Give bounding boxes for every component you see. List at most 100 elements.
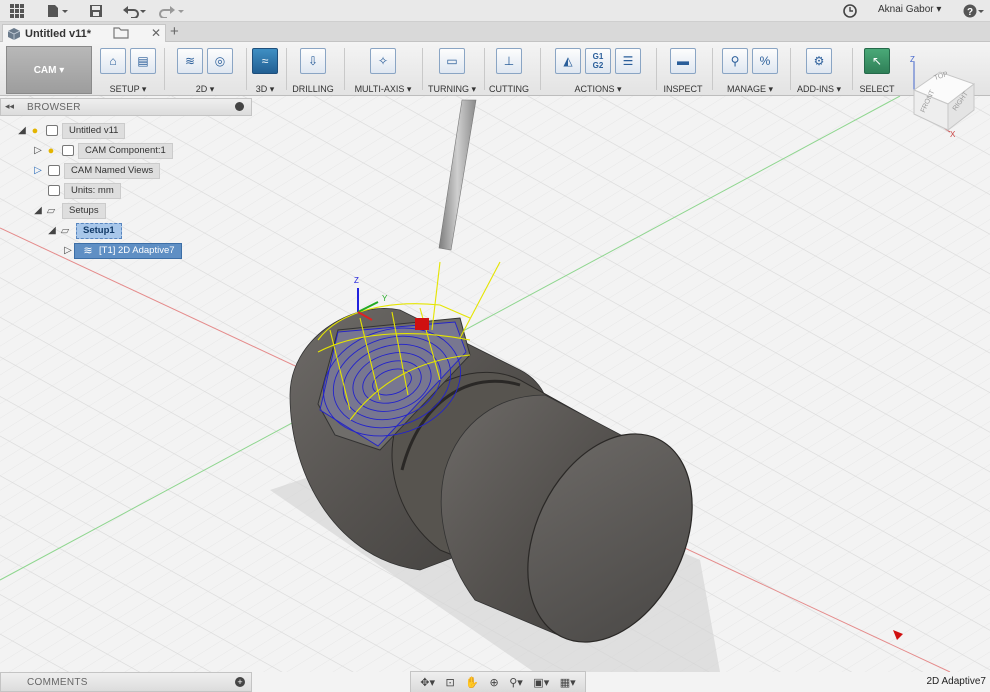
document-tab-bar: Untitled v11* ✕ + bbox=[0, 22, 990, 42]
tree-node-named-views[interactable]: ▷ CAM Named Views bbox=[32, 162, 161, 179]
browser-title: BROWSER bbox=[27, 102, 81, 113]
expand-triangle-icon[interactable]: ◢ bbox=[32, 205, 44, 216]
zoom-icon[interactable]: ⚲▾ bbox=[509, 676, 523, 689]
tree-node-operation[interactable]: ▷ ≋ [T1] 2D Adaptive7 bbox=[62, 242, 182, 259]
orbit-icon[interactable]: ✥▾ bbox=[420, 676, 435, 689]
document-settings-icon bbox=[48, 185, 60, 196]
visibility-bulb-icon[interactable]: ● bbox=[44, 144, 58, 158]
expand-triangle-icon[interactable]: ▷ bbox=[32, 165, 44, 176]
user-account-menu[interactable]: Aknai Gabor ▾ bbox=[878, 4, 941, 15]
ribbon-group-cutting[interactable]: ⊥ CUTTING bbox=[486, 44, 532, 94]
triad-y-label: Y bbox=[382, 294, 388, 303]
triad-z-label: Z bbox=[354, 276, 359, 285]
multi-axis-icon[interactable]: ✧ bbox=[370, 48, 396, 74]
setup-folder-icon[interactable]: ▤ bbox=[130, 48, 156, 74]
select-cursor-icon[interactable]: ↖ bbox=[864, 48, 890, 74]
tab-close-icon[interactable]: ✕ bbox=[151, 26, 161, 40]
ribbon-group-multi-axis[interactable]: ✧ MULTI-AXIS ▾ bbox=[348, 44, 418, 94]
viewport-scene bbox=[0, 96, 990, 672]
setup-icon: ▱ bbox=[60, 225, 70, 237]
browser-panel-header[interactable]: ◂◂ BROWSER bbox=[0, 98, 252, 116]
simulate-icon[interactable]: ◭ bbox=[555, 48, 581, 74]
setups-folder-icon: ▱ bbox=[46, 205, 56, 217]
expand-triangle-icon[interactable]: ▷ bbox=[62, 245, 74, 256]
job-status-clock-icon[interactable] bbox=[842, 2, 858, 20]
ribbon-group-turning[interactable]: ▭ TURNING ▾ bbox=[424, 44, 480, 94]
tab-save-icon[interactable] bbox=[113, 26, 129, 43]
svg-text:?: ? bbox=[967, 7, 973, 18]
app-bar: Aknai Gabor ▾ ? bbox=[0, 0, 990, 22]
visibility-bulb-icon[interactable]: ● bbox=[28, 124, 42, 138]
3d-viewport[interactable]: Z Y bbox=[0, 96, 990, 672]
new-tab-plus-icon[interactable]: + bbox=[170, 23, 179, 40]
scripts-addins-icon[interactable]: ⚙ bbox=[806, 48, 832, 74]
add-comment-icon[interactable]: + bbox=[235, 677, 245, 687]
collapse-browser-icon[interactable]: ◂◂ bbox=[5, 101, 14, 112]
adaptive-operation-icon: ≋ bbox=[83, 245, 93, 257]
tree-node-setups[interactable]: ◢ ▱ Setups bbox=[32, 202, 106, 219]
expand-triangle-icon[interactable]: ◢ bbox=[46, 225, 58, 236]
zoom-window-icon[interactable]: ⊕ bbox=[489, 676, 498, 689]
2d-pocket-icon[interactable]: ◎ bbox=[207, 48, 233, 74]
file-menu-icon[interactable] bbox=[46, 2, 70, 20]
ribbon-group-2d[interactable]: ≋ ◎ 2D ▾ bbox=[168, 44, 242, 94]
ribbon-group-actions[interactable]: ◭ G1 G2 ☰ ACTIONS ▾ bbox=[544, 44, 652, 94]
save-icon[interactable] bbox=[88, 2, 104, 20]
toolbar-ribbon: CAM ▾ ⌂ ▤ SETUP ▾ ≋ ◎ 2D ▾ ≈ 3D ▾ ⇩ DRIL… bbox=[0, 42, 990, 96]
template-library-icon[interactable]: % bbox=[752, 48, 778, 74]
ribbon-group-inspect[interactable]: ▬ INSPECT bbox=[660, 44, 706, 94]
drill-icon[interactable]: ⇩ bbox=[300, 48, 326, 74]
component-icon bbox=[62, 145, 74, 156]
tree-node-root[interactable]: ◢ ● Untitled v11 bbox=[16, 122, 126, 139]
app-grid-icon[interactable] bbox=[8, 2, 26, 20]
undo-icon[interactable] bbox=[120, 2, 148, 20]
ribbon-group-select[interactable]: ↖ SELECT bbox=[856, 44, 898, 94]
setup-sheet-icon[interactable]: ☰ bbox=[615, 48, 641, 74]
cutting-icon[interactable]: ⊥ bbox=[496, 48, 522, 74]
viewcube-axis-z: Z bbox=[910, 55, 915, 64]
view-cube[interactable]: TOP FRONT RIGHT Z X bbox=[904, 52, 990, 144]
ribbon-group-3d[interactable]: ≈ 3D ▾ bbox=[248, 44, 282, 94]
ribbon-group-drilling[interactable]: ⇩ DRILLING bbox=[290, 44, 336, 94]
new-setup-icon[interactable]: ⌂ bbox=[100, 48, 126, 74]
workspace-switcher[interactable]: CAM ▾ bbox=[6, 46, 92, 94]
document-title: Untitled v11* bbox=[25, 28, 92, 40]
ribbon-group-manage[interactable]: ⚲ % MANAGE ▾ bbox=[716, 44, 784, 94]
help-icon[interactable]: ? bbox=[962, 2, 986, 20]
ribbon-group-add-ins[interactable]: ⚙ ADD-INS ▾ bbox=[794, 44, 844, 94]
tree-label[interactable]: ≋ [T1] 2D Adaptive7 bbox=[74, 242, 182, 259]
tree-label[interactable]: Setups bbox=[62, 202, 106, 219]
expand-triangle-icon[interactable]: ◢ bbox=[16, 125, 28, 136]
tree-label[interactable]: Untitled v11 bbox=[62, 122, 126, 139]
tree-node-units[interactable]: Units: mm bbox=[44, 182, 121, 199]
navigation-toolbar: ✥▾ ⊡ ✋ ⊕ ⚲▾ ▣▾ ▦▾ bbox=[410, 671, 586, 692]
display-settings-icon[interactable]: ▣▾ bbox=[533, 676, 549, 689]
post-process-gcode-icon[interactable]: G1 G2 bbox=[585, 48, 611, 74]
turning-icon[interactable]: ▭ bbox=[439, 48, 465, 74]
folder-icon bbox=[48, 165, 60, 176]
measure-ruler-icon[interactable]: ▬ bbox=[670, 48, 696, 74]
redo-icon[interactable] bbox=[158, 2, 186, 20]
document-cube-icon bbox=[7, 28, 21, 43]
document-tab[interactable]: Untitled v11* ✕ bbox=[2, 24, 166, 42]
status-text: 2D Adaptive7 bbox=[926, 676, 987, 687]
tree-label[interactable]: CAM Component:1 bbox=[78, 142, 173, 159]
tree-label[interactable]: Setup1 bbox=[76, 222, 122, 239]
comments-title: COMMENTS bbox=[27, 677, 88, 688]
tree-label[interactable]: Units: mm bbox=[64, 182, 121, 199]
pan-hand-icon[interactable]: ✋ bbox=[465, 676, 479, 689]
tree-node-cam-component[interactable]: ▷ ● CAM Component:1 bbox=[32, 142, 173, 159]
comments-panel[interactable]: COMMENTS + bbox=[0, 672, 252, 692]
2d-adaptive-icon[interactable]: ≋ bbox=[177, 48, 203, 74]
look-at-icon[interactable]: ⊡ bbox=[446, 676, 455, 689]
expand-triangle-icon[interactable]: ▷ bbox=[32, 145, 44, 156]
tree-node-setup1[interactable]: ◢ ▱ Setup1 bbox=[46, 222, 122, 239]
tree-label[interactable]: CAM Named Views bbox=[64, 162, 161, 179]
document-component-icon bbox=[46, 125, 58, 136]
grid-settings-icon[interactable]: ▦▾ bbox=[560, 676, 576, 689]
browser-options-icon[interactable] bbox=[235, 102, 244, 111]
3d-adaptive-icon[interactable]: ≈ bbox=[252, 48, 278, 74]
ribbon-group-setup[interactable]: ⌂ ▤ SETUP ▾ bbox=[96, 44, 160, 94]
tool-library-icon[interactable]: ⚲ bbox=[722, 48, 748, 74]
viewcube-axis-x: X bbox=[950, 130, 956, 139]
